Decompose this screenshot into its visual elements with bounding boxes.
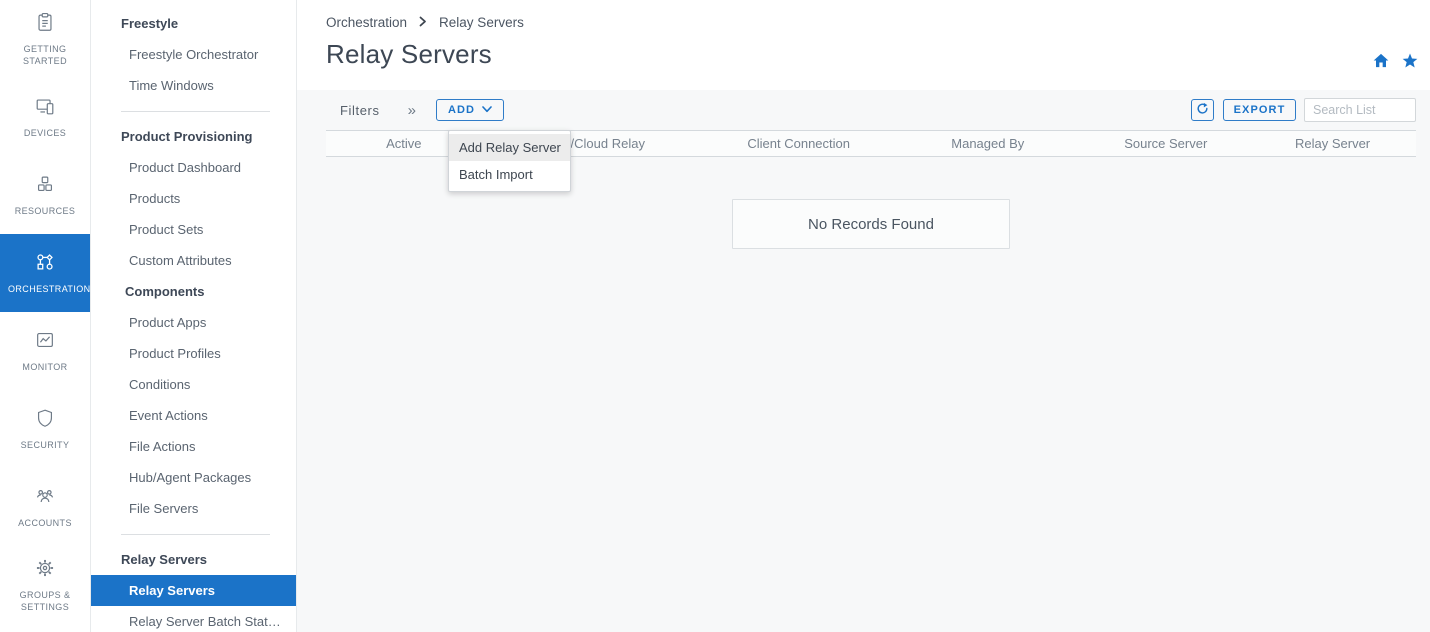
rail-label: DEVICES — [8, 128, 82, 139]
clipboard-icon — [34, 11, 56, 38]
sidebar-item-time-windows[interactable]: Time Windows — [91, 70, 296, 101]
sidebar-item-product-dashboard[interactable]: Product Dashboard — [91, 152, 296, 183]
sidebar-section-relay-servers: Relay Servers — [91, 544, 296, 575]
list-toolbar: Filters » ADD Add Relay Server Batch Imp… — [326, 90, 1416, 130]
home-icon[interactable] — [1373, 53, 1389, 73]
empty-state-box: No Records Found — [732, 199, 1010, 249]
sidebar-item-freestyle-orchestrator[interactable]: Freestyle Orchestrator — [91, 39, 296, 70]
add-dropdown-menu: Add Relay Server Batch Import — [448, 130, 571, 192]
export-button[interactable]: EXPORT — [1223, 99, 1296, 121]
menu-item-add-relay-server[interactable]: Add Relay Server — [449, 134, 570, 161]
sidebar-item-product-sets[interactable]: Product Sets — [91, 214, 296, 245]
sidebar-item-hub-agent-packages[interactable]: Hub/Agent Packages — [91, 462, 296, 493]
refresh-button[interactable] — [1191, 99, 1214, 121]
export-button-label: EXPORT — [1234, 104, 1286, 116]
gear-icon — [34, 557, 56, 584]
rail-item-resources[interactable]: RESOURCES — [0, 156, 90, 234]
refresh-icon — [1196, 102, 1209, 118]
chart-icon — [34, 329, 56, 356]
menu-item-batch-import[interactable]: Batch Import — [449, 161, 570, 188]
sidebar-section-components: Components — [91, 276, 296, 307]
rail-item-groups-settings[interactable]: GROUPS & SETTINGS — [0, 546, 90, 624]
chevron-down-icon — [482, 104, 492, 116]
sidebar-item-file-servers[interactable]: File Servers — [91, 493, 296, 524]
workflow-icon — [34, 251, 56, 278]
column-header-relay-server[interactable]: Relay Server — [1249, 131, 1416, 156]
rail-item-orchestration[interactable]: ORCHESTRATION — [0, 234, 90, 312]
header-actions — [1373, 53, 1418, 73]
sidebar-item-product-profiles[interactable]: Product Profiles — [91, 338, 296, 369]
rail-label: MONITOR — [8, 362, 82, 373]
list-area: Filters » ADD Add Relay Server Batch Imp… — [297, 90, 1430, 632]
rail-label: ORCHESTRATION — [8, 284, 82, 295]
page-header: Orchestration Relay Servers Relay Server… — [297, 0, 1430, 90]
primary-nav-rail: GETTING STARTED DEVICES RESOURCES — [0, 0, 91, 632]
sidebar-section-freestyle: Freestyle — [91, 8, 296, 39]
rail-item-monitor[interactable]: MONITOR — [0, 312, 90, 390]
rail-item-security[interactable]: SECURITY — [0, 390, 90, 468]
breadcrumb: Orchestration Relay Servers — [326, 15, 1430, 30]
cubes-icon — [34, 173, 56, 200]
column-header-managed-by[interactable]: Managed By — [893, 131, 1082, 156]
sidebar-item-products[interactable]: Products — [91, 183, 296, 214]
page-title: Relay Servers — [326, 39, 1430, 70]
breadcrumb-orchestration[interactable]: Orchestration — [326, 15, 407, 30]
devices-icon — [34, 95, 56, 122]
main-content: Orchestration Relay Servers Relay Server… — [297, 0, 1430, 632]
star-icon[interactable] — [1402, 53, 1418, 73]
rail-label: RESOURCES — [8, 206, 82, 217]
column-header-source-server[interactable]: Source Server — [1082, 131, 1249, 156]
chevron-right-icon — [419, 15, 427, 30]
sidebar-divider — [91, 524, 296, 544]
rail-label: ACCOUNTS — [8, 518, 82, 529]
sidebar-item-relay-servers[interactable]: Relay Servers — [91, 575, 296, 606]
sidebar-section-product-provisioning: Product Provisioning — [91, 121, 296, 152]
rail-label: GROUPS & SETTINGS — [8, 590, 82, 613]
sidebar-item-file-actions[interactable]: File Actions — [91, 431, 296, 462]
empty-state-message: No Records Found — [808, 216, 934, 233]
sidebar-item-conditions[interactable]: Conditions — [91, 369, 296, 400]
add-button-label: ADD — [448, 104, 475, 116]
column-header-client-connection[interactable]: Client Connection — [704, 131, 893, 156]
rail-item-devices[interactable]: DEVICES — [0, 78, 90, 156]
sidebar-item-relay-server-batch-status[interactable]: Relay Server Batch Stat… — [91, 606, 296, 632]
sidebar-item-event-actions[interactable]: Event Actions — [91, 400, 296, 431]
filters-toggle[interactable]: Filters — [340, 103, 380, 118]
people-icon — [34, 485, 56, 512]
rail-item-accounts[interactable]: ACCOUNTS — [0, 468, 90, 546]
sidebar-item-custom-attributes[interactable]: Custom Attributes — [91, 245, 296, 276]
secondary-sidebar: Freestyle Freestyle Orchestrator Time Wi… — [91, 0, 297, 632]
toolbar-right-tools: EXPORT — [1191, 98, 1416, 122]
add-button[interactable]: ADD — [436, 99, 504, 121]
rail-label: SECURITY — [8, 440, 82, 451]
rail-label: GETTING STARTED — [8, 44, 82, 67]
sidebar-divider — [91, 101, 296, 121]
breadcrumb-relay-servers: Relay Servers — [439, 15, 524, 30]
shield-icon — [34, 407, 56, 434]
sidebar-item-product-apps[interactable]: Product Apps — [91, 307, 296, 338]
search-input[interactable] — [1304, 98, 1416, 122]
filters-expand-icon[interactable]: » — [408, 103, 416, 118]
rail-item-getting-started[interactable]: GETTING STARTED — [0, 0, 90, 78]
